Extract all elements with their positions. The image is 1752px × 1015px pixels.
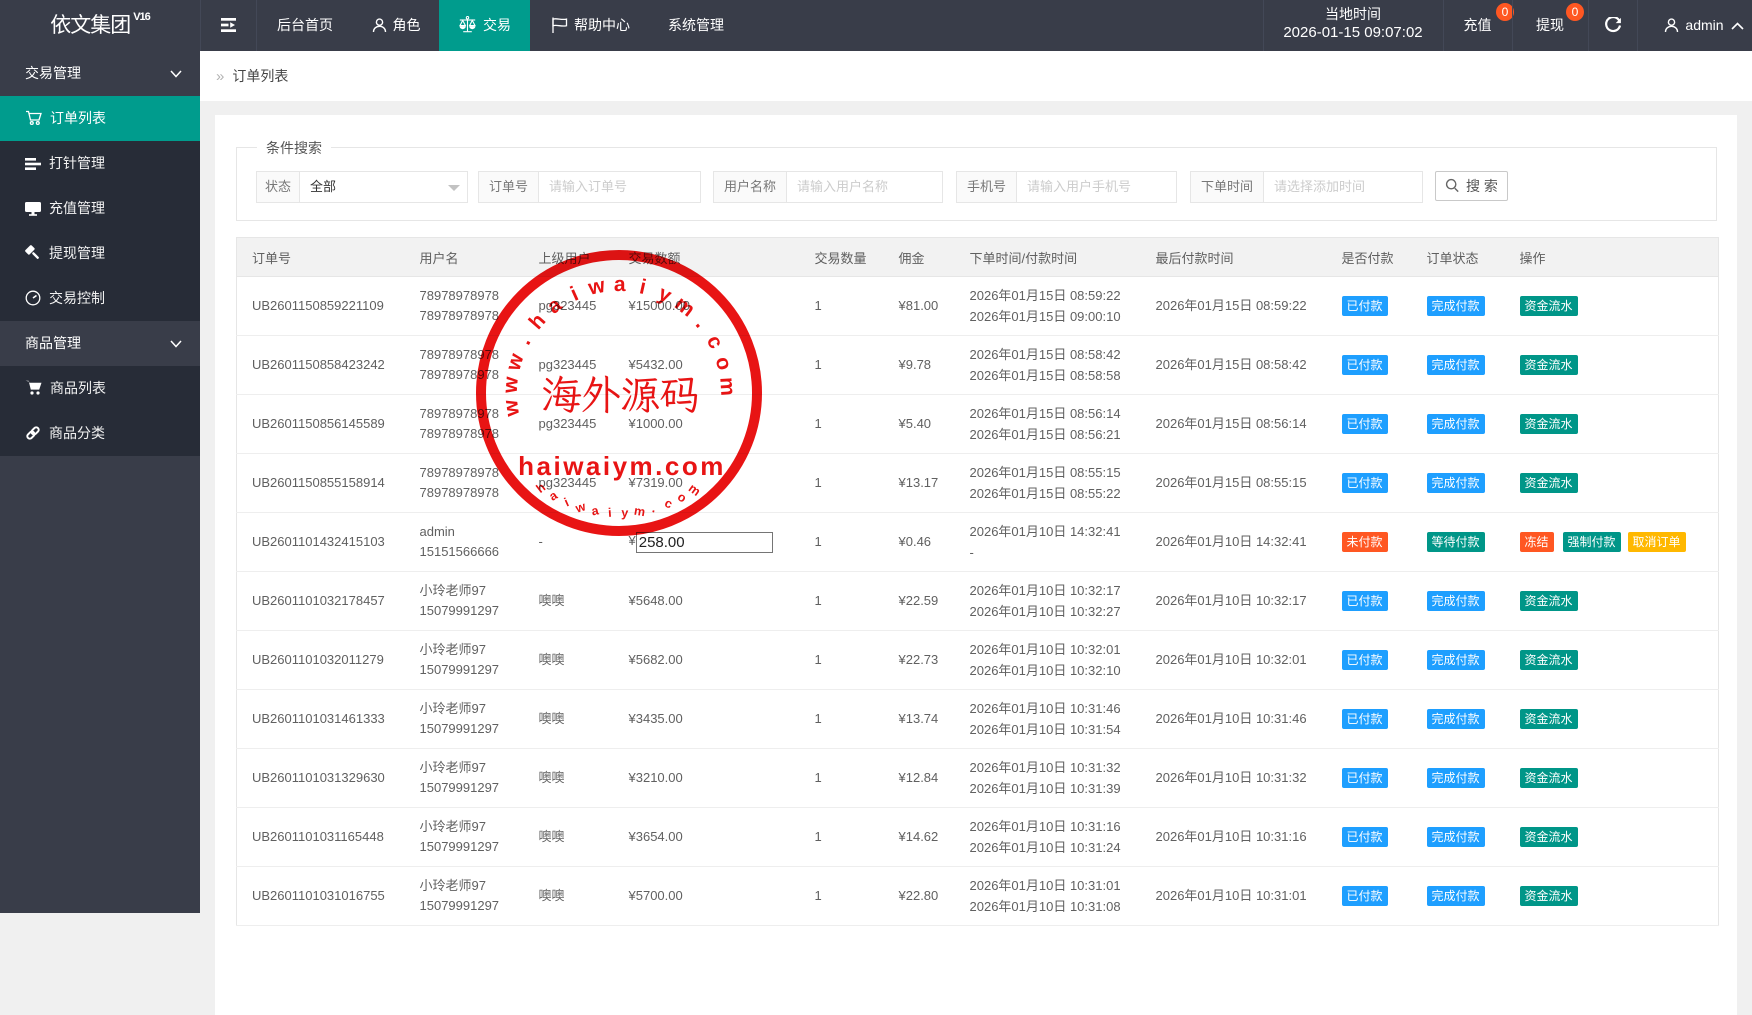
svg-text:w: w xyxy=(499,375,523,395)
svg-text:a: a xyxy=(614,273,626,296)
svg-text:海外源码: 海外源码 xyxy=(541,372,699,418)
svg-text:m: m xyxy=(715,376,739,396)
svg-text:h: h xyxy=(525,309,551,334)
svg-text:w: w xyxy=(501,350,528,374)
svg-text:y: y xyxy=(621,506,629,520)
svg-text:.: . xyxy=(513,332,536,348)
svg-text:a: a xyxy=(590,503,600,518)
svg-text:w: w xyxy=(499,398,524,419)
svg-text:y: y xyxy=(655,282,676,308)
svg-text:m: m xyxy=(633,504,646,520)
svg-text:i: i xyxy=(562,495,571,509)
svg-text:m: m xyxy=(686,481,703,499)
svg-text:o: o xyxy=(711,354,737,373)
svg-text:.: . xyxy=(651,501,658,515)
svg-text:h: h xyxy=(534,480,549,496)
svg-text:i: i xyxy=(608,506,612,520)
svg-text:i: i xyxy=(637,275,648,299)
svg-text:c: c xyxy=(702,331,728,352)
svg-text:m: m xyxy=(670,292,699,322)
svg-text:w: w xyxy=(585,274,607,300)
svg-text:haiwaiym.com: haiwaiym.com xyxy=(518,451,726,481)
svg-text:i: i xyxy=(567,282,582,305)
svg-text:w: w xyxy=(573,499,588,516)
svg-text:a: a xyxy=(547,488,561,504)
svg-text:c: c xyxy=(663,496,675,512)
svg-text:.: . xyxy=(691,313,712,332)
svg-text:a: a xyxy=(543,293,566,319)
